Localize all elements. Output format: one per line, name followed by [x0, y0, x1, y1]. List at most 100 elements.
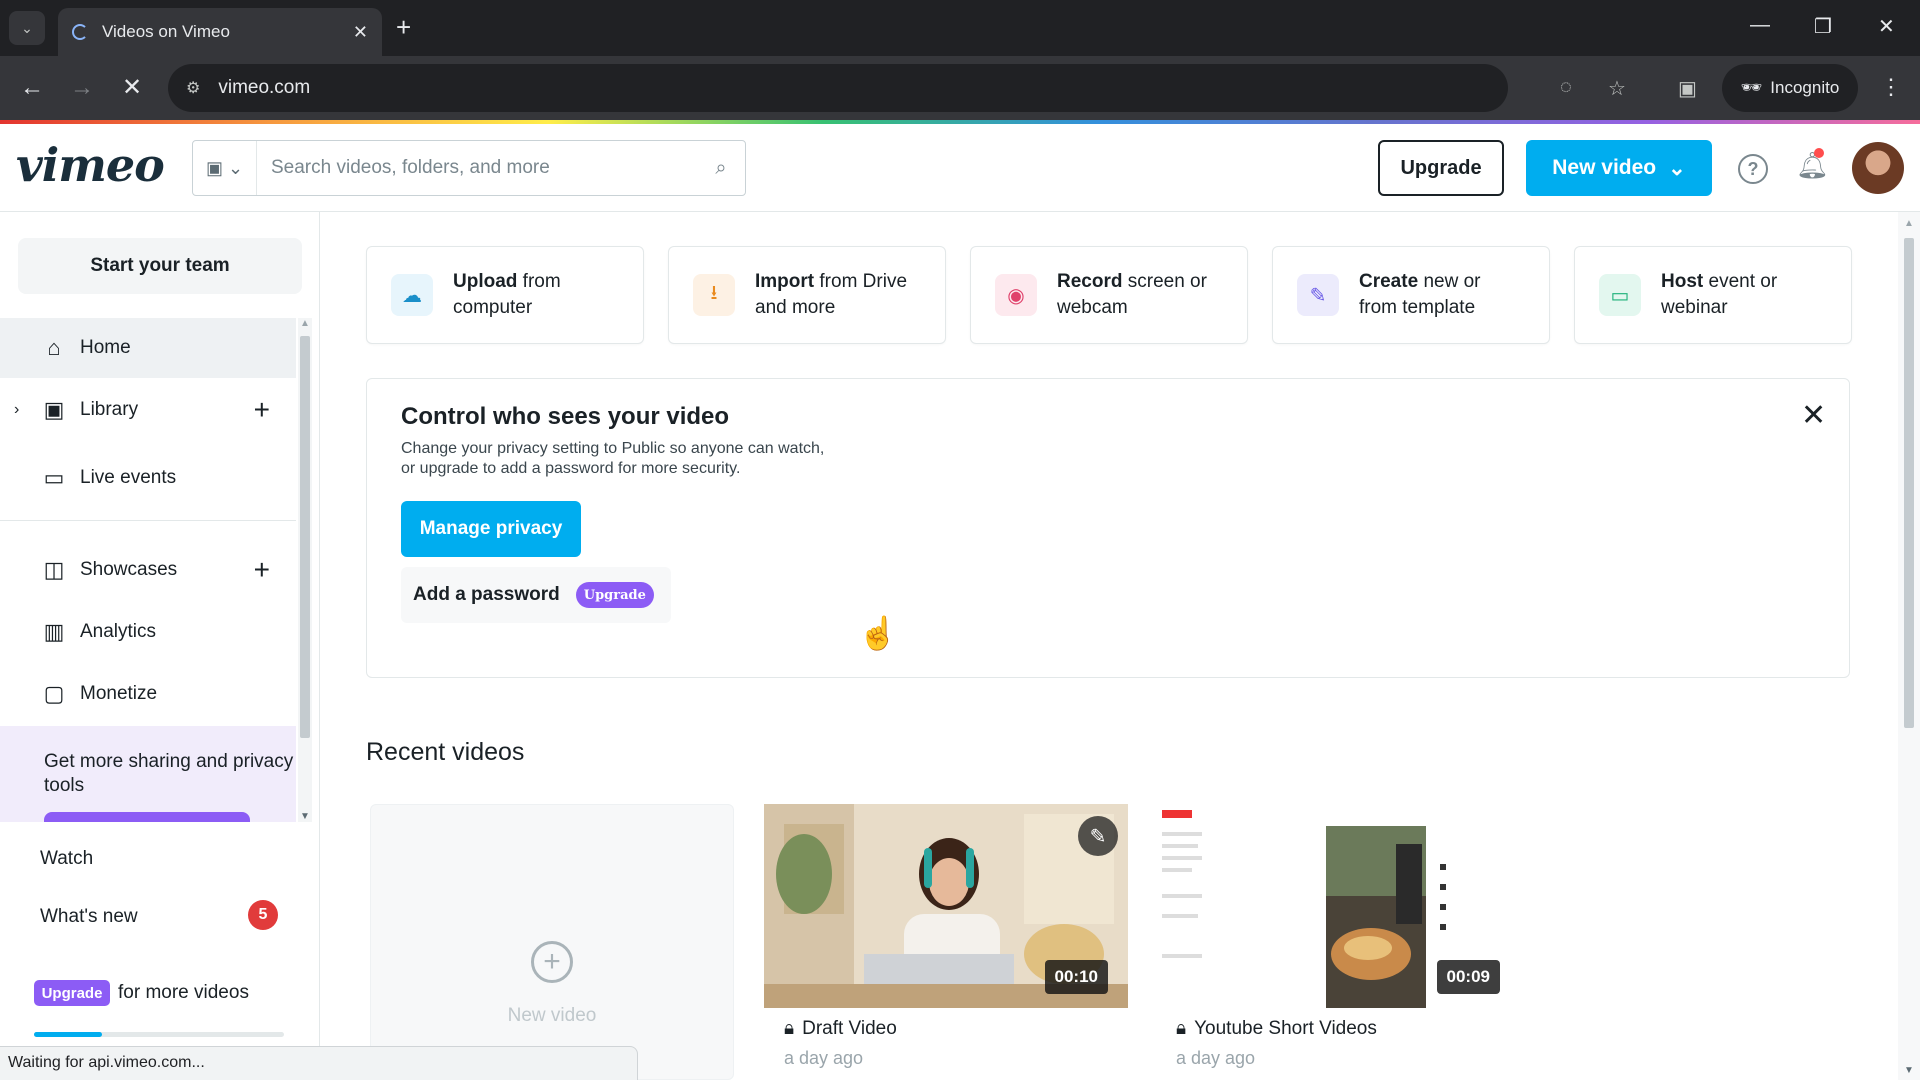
promo-button[interactable] [44, 812, 250, 822]
browser-toolbar: ← → ✕ ⚙ vimeo.com ◌ ☆ ▣ [0, 56, 1920, 120]
vimeo-logo[interactable]: vimeo [16, 138, 165, 192]
scroll-down-icon[interactable]: ▼ [1904, 1065, 1914, 1076]
home-icon: ⌂ [47, 335, 61, 360]
hand-cursor-icon: ☝ [858, 615, 898, 651]
watch-link[interactable]: Watch [40, 848, 93, 870]
sidebar-item-analytics[interactable]: ▥ Analytics [0, 602, 296, 662]
video-thumbnail[interactable]: 00:09 [1156, 804, 1520, 1008]
add-password-button[interactable]: Add a password Upgrade [401, 567, 671, 623]
action-card-text: Host event or webinar [1661, 271, 1778, 318]
forward-icon[interactable]: → [70, 74, 94, 102]
back-icon[interactable]: ← [20, 74, 44, 102]
recent-videos-heading: Recent videos [366, 738, 525, 766]
eye-off-icon[interactable]: ◌ [1560, 76, 1572, 99]
tab-search-chevron-icon[interactable]: ⌄ [9, 11, 45, 45]
video-camera-icon: ▭ [43, 465, 65, 490]
main-scrollbar[interactable]: ▲ ▼ [1898, 212, 1920, 1080]
sidebar-nav: ⌂ Home › ▣ Library + ▭ Live events ◫ Sho… [0, 318, 318, 822]
privacy-title: Control who sees your video [401, 403, 730, 430]
scrollbar-thumb[interactable] [300, 336, 310, 738]
minimize-icon[interactable]: — [1750, 14, 1770, 37]
lock-icon: 🔒︎ [784, 1018, 795, 1039]
notification-bell-icon[interactable]: 🔔︎ [1796, 150, 1829, 181]
add-password-label: Add a password [413, 584, 560, 605]
sidebar-item-monetize[interactable]: ▢ Monetize [0, 664, 296, 724]
whats-new-link[interactable]: What's new [40, 906, 138, 928]
sharing-tools-promo: Get more sharing and privacy tools [0, 726, 296, 822]
vimeo-topbar: vimeo ▣ ⌄ ⌕ Upgrade New video ⌄ ? 🔔︎ [0, 124, 1920, 212]
url-text: vimeo.com [218, 77, 311, 98]
action-card-text: Record screen or webcam [1057, 271, 1207, 318]
storage-usage-fill [34, 1032, 102, 1037]
monetize-icon: ▢ [43, 681, 65, 706]
window-close-icon[interactable]: ✕ [1878, 14, 1895, 39]
avatar[interactable] [1852, 142, 1904, 194]
sidebar-item-label: Live events [80, 467, 177, 488]
divider [0, 520, 296, 521]
sidebar-item-label: Home [80, 337, 131, 358]
video-title[interactable]: 🔒︎ Youtube Short Videos [1176, 1018, 1377, 1040]
action-card-text: Create new or from template [1359, 271, 1481, 318]
chrome-menu-icon[interactable]: ⋮ [1880, 74, 1902, 100]
new-video-card[interactable]: + New video [370, 804, 734, 1080]
scroll-up-icon[interactable]: ▲ [300, 318, 310, 329]
upgrade-pill[interactable]: Upgrade [34, 980, 110, 1006]
upgrade-button[interactable]: Upgrade [1378, 140, 1504, 196]
action-card-text: Import from Drive and more [755, 271, 908, 318]
sidebar-item-label: Showcases [80, 559, 178, 580]
add-showcase-icon[interactable]: + [254, 554, 270, 586]
scroll-down-icon[interactable]: ▼ [300, 811, 310, 822]
upload-cloud-icon: ☁ [391, 274, 433, 316]
scrollbar-thumb[interactable] [1904, 238, 1914, 728]
action-card-create[interactable]: ✎ Create new or from template [1272, 246, 1550, 344]
scroll-up-icon[interactable]: ▲ [1904, 218, 1914, 229]
action-card-text: Upload from computer [453, 271, 561, 318]
video-date: a day ago [1176, 1048, 1256, 1068]
sidebar-scrollbar[interactable]: ▲ ▼ [298, 318, 312, 822]
video-thumbnail[interactable]: ✎ 00:10 [764, 804, 1128, 1008]
new-video-button[interactable]: New video ⌄ [1526, 140, 1712, 196]
incognito-label: Incognito [1770, 78, 1840, 97]
video-title[interactable]: 🔒︎ Draft Video [784, 1018, 897, 1040]
sidebar-item-label: Monetize [80, 683, 158, 704]
browser-tab[interactable]: Videos on Vimeo ✕ [58, 8, 382, 56]
sidebar-item-label: Analytics [80, 621, 157, 642]
search-icon[interactable]: ⌕ [697, 157, 745, 180]
incognito-badge[interactable]: 🕶 Incognito [1722, 64, 1858, 112]
sidebar-item-live-events[interactable]: ▭ Live events [0, 448, 296, 508]
video-card-draft[interactable]: ✎ 00:10 🔒︎ Draft Video a day ago [764, 804, 1128, 1080]
sidebar-item-home[interactable]: ⌂ Home [0, 318, 296, 378]
action-card-host[interactable]: ▭ Host event or webinar [1574, 246, 1852, 344]
address-bar[interactable]: ⚙ vimeo.com [168, 64, 1508, 112]
sidebar-item-showcases[interactable]: ◫ Showcases + [0, 540, 296, 600]
search-scope-dropdown[interactable]: ▣ ⌄ [193, 141, 257, 195]
upgrade-badge: Upgrade [575, 582, 654, 608]
whats-new-count-badge: 5 [248, 900, 278, 930]
side-panel-icon[interactable]: ▣ [1678, 76, 1697, 101]
new-tab-icon[interactable]: + [396, 12, 411, 42]
chevron-right-icon[interactable]: › [14, 401, 19, 419]
video-card-youtube-short[interactable]: 00:09 🔒︎ Youtube Short Videos a day ago [1156, 804, 1520, 1080]
restore-icon[interactable]: ❐ [1814, 14, 1832, 39]
stop-loading-icon[interactable]: ✕ [122, 74, 142, 102]
video-title-text: Draft Video [802, 1018, 897, 1039]
site-info-icon[interactable]: ⚙ [186, 78, 200, 98]
close-icon[interactable]: ✕ [1801, 401, 1826, 431]
help-icon[interactable]: ? [1738, 154, 1768, 184]
video-date: a day ago [784, 1048, 864, 1068]
edit-video-icon[interactable]: ✎ [1078, 816, 1118, 856]
sidebar-item-label: Library [80, 399, 139, 420]
add-library-icon[interactable]: + [254, 394, 270, 426]
browser-tabstrip: ⌄ Videos on Vimeo ✕ + — ❐ ✕ [0, 0, 1920, 56]
sidebar: Start your team ⌂ Home › ▣ Library + ▭ L… [0, 212, 320, 1080]
upgrade-for-more-text: for more videos [118, 982, 249, 1003]
sidebar-item-library[interactable]: › ▣ Library + [0, 380, 296, 440]
action-card-record[interactable]: ◉ Record screen or webcam [970, 246, 1248, 344]
tab-close-icon[interactable]: ✕ [353, 22, 368, 43]
bookmark-star-icon[interactable]: ☆ [1608, 76, 1626, 101]
start-your-team-button[interactable]: Start your team [18, 238, 302, 294]
action-card-import[interactable]: ⭳ Import from Drive and more [668, 246, 946, 344]
action-card-upload[interactable]: ☁ Upload from computer [366, 246, 644, 344]
search-input[interactable] [257, 157, 697, 179]
manage-privacy-button[interactable]: Manage privacy [401, 501, 581, 557]
